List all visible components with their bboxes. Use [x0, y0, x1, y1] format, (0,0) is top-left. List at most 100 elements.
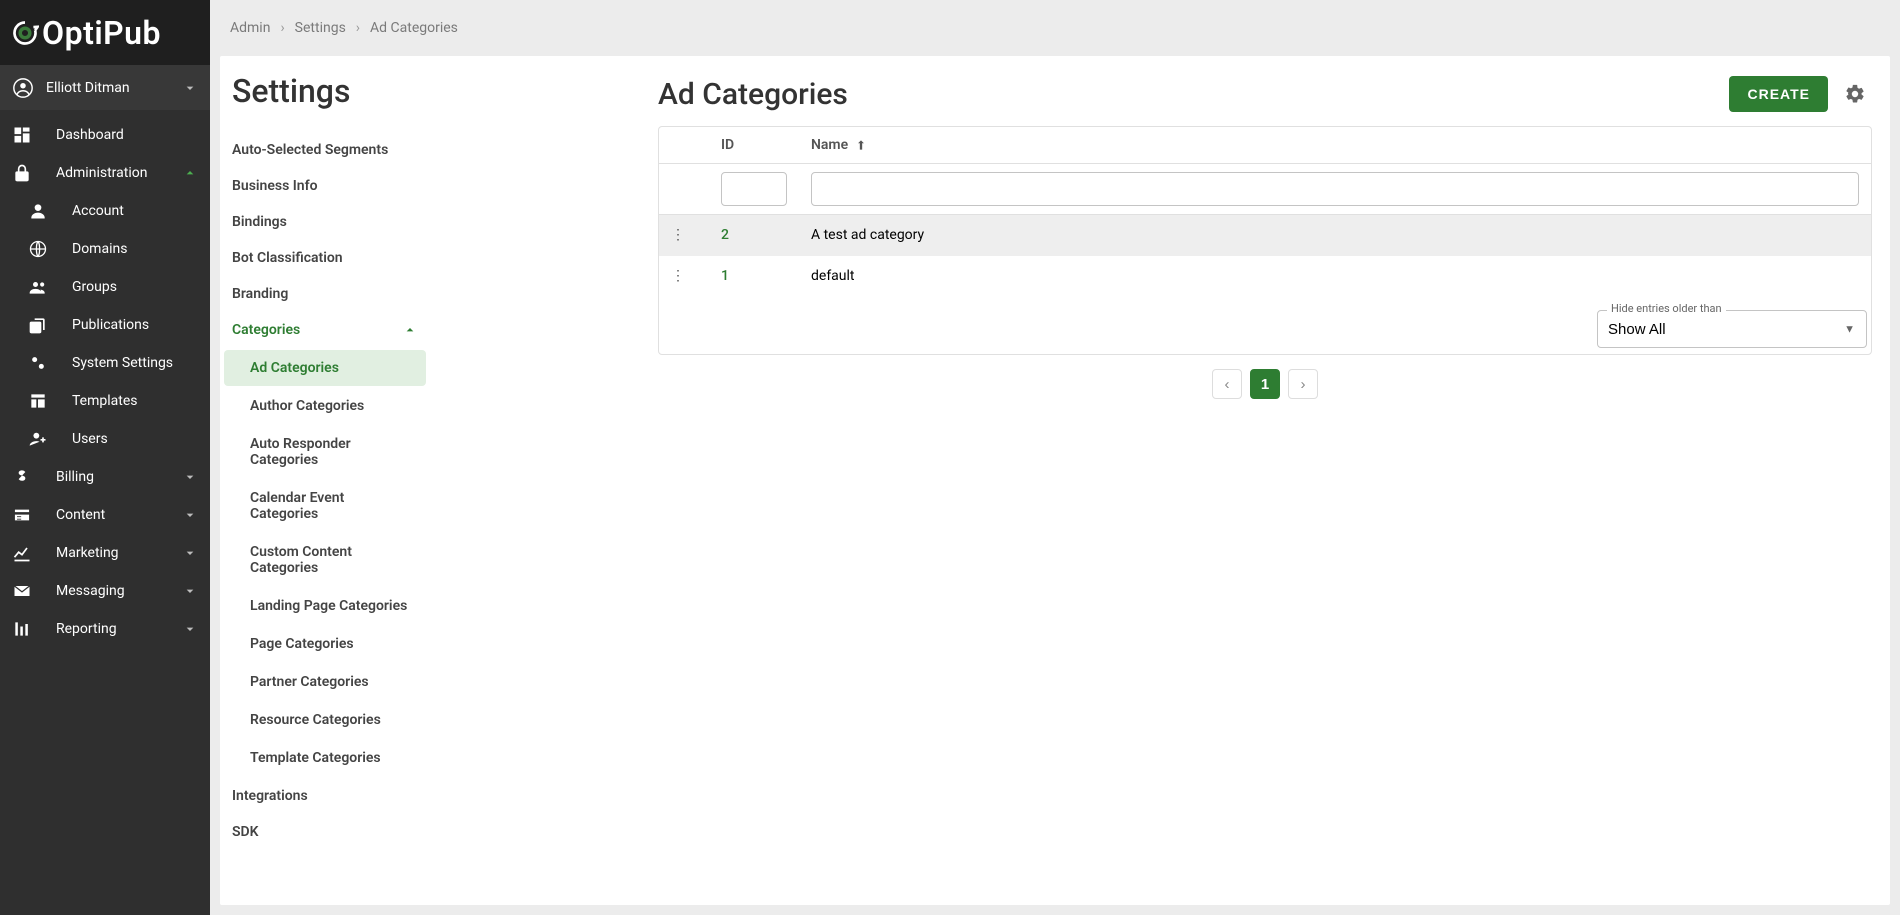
settings-nav-label: Bot Classification: [232, 250, 343, 266]
trend-icon: [12, 543, 56, 563]
sidebar-item-publications[interactable]: Publications: [0, 306, 210, 344]
breadcrumb-item: Ad Categories: [370, 20, 458, 36]
main-area: Admin › Settings › Ad Categories Settings Au…: [210, 0, 1900, 915]
chevron-down-icon: [180, 507, 198, 523]
user-dropdown[interactable]: Elliott Ditman: [0, 65, 210, 110]
row-id-link[interactable]: 1: [721, 268, 729, 284]
hide-older-legend: Hide entries older than: [1607, 302, 1726, 315]
bar-icon: [12, 619, 56, 639]
person-circle-icon: [12, 77, 46, 99]
sidebar-item-system-settings[interactable]: System Settings: [0, 344, 210, 382]
hide-older-dropdown[interactable]: Show All: [1597, 310, 1867, 348]
chevron-up-icon: [402, 322, 418, 338]
sidebar-item-label: Account: [72, 203, 198, 219]
settings-nav-bindings[interactable]: Bindings: [220, 204, 430, 240]
filter-id-input[interactable]: [721, 172, 787, 206]
row-name-cell: A test ad category: [799, 215, 1871, 256]
settings-nav-label: Business Info: [232, 178, 318, 194]
sidebar-item-users[interactable]: Users: [0, 420, 210, 458]
settings-nav-integrations[interactable]: Integrations: [220, 778, 430, 814]
settings-nav-business-info[interactable]: Business Info: [220, 168, 430, 204]
sidebar-item-reporting[interactable]: Reporting: [0, 610, 210, 648]
mail-icon: [12, 581, 56, 601]
settings-subnav-ad-categories[interactable]: Ad Categories: [224, 350, 426, 386]
settings-nav-label: Bindings: [232, 214, 287, 230]
settings-subnav-resource-categories[interactable]: Resource Categories: [224, 702, 426, 738]
brand: OptiPub: [0, 0, 210, 65]
filter-name-input[interactable]: [811, 172, 1859, 206]
sidebar-item-label: Administration: [56, 165, 180, 181]
sidebar-item-administration[interactable]: Administration: [0, 154, 210, 192]
settings-nav-label: Branding: [232, 286, 288, 302]
row-menu-button[interactable]: ⋮: [659, 256, 709, 296]
settings-subnav-partner-categories[interactable]: Partner Categories: [224, 664, 426, 700]
page-title: Settings: [220, 56, 640, 126]
sidebar-item-messaging[interactable]: Messaging: [0, 572, 210, 610]
settings-nav-sdk[interactable]: SDK: [220, 814, 430, 850]
settings-card: Settings Auto-Selected Segments Business …: [220, 56, 1890, 905]
sidebar-item-billing[interactable]: Billing: [0, 458, 210, 496]
settings-nav-bot-classification[interactable]: Bot Classification: [220, 240, 430, 276]
copy-icon: [12, 315, 72, 335]
settings-subnav-calendar-event-categories[interactable]: Calendar Event Categories: [224, 480, 426, 532]
sidebar-item-marketing[interactable]: Marketing: [0, 534, 210, 572]
settings-subnav-author-categories[interactable]: Author Categories: [224, 388, 426, 424]
sidebar-item-account[interactable]: Account: [0, 192, 210, 230]
sidebar-item-label: Billing: [56, 469, 180, 485]
sidebar-item-label: Reporting: [56, 621, 180, 637]
kebab-icon: ⋮: [671, 227, 685, 243]
sidebar-item-templates[interactable]: Templates: [0, 382, 210, 420]
settings-subnav-auto-responder-categories[interactable]: Auto Responder Categories: [224, 426, 426, 478]
page-next-button[interactable]: ›: [1288, 369, 1318, 399]
settings-nav-branding[interactable]: Branding: [220, 276, 430, 312]
settings-subnav-template-categories[interactable]: Template Categories: [224, 740, 426, 776]
sidebar-item-label: System Settings: [72, 355, 198, 371]
lock-icon: [12, 163, 56, 183]
chevron-right-icon: ›: [280, 20, 284, 36]
sidebar-item-label: Groups: [72, 279, 198, 295]
col-id-header[interactable]: ID: [709, 127, 799, 164]
table-row: ⋮ 2 A test ad category: [659, 215, 1871, 256]
chevron-up-icon: [180, 165, 198, 181]
row-name-cell: default: [799, 256, 1871, 296]
create-button[interactable]: CREATE: [1729, 76, 1828, 112]
template-icon: [12, 391, 72, 411]
table-row: ⋮ 1 default: [659, 256, 1871, 296]
user-plus-icon: [12, 429, 72, 449]
settings-subnav-custom-content-categories[interactable]: Custom Content Categories: [224, 534, 426, 586]
settings-subnav-landing-page-categories[interactable]: Landing Page Categories: [224, 588, 426, 624]
col-name-header[interactable]: Name: [799, 127, 1871, 164]
hide-older-select[interactable]: Hide entries older than Show All ▼: [1597, 310, 1867, 348]
settings-nav-auto-selected-segments[interactable]: Auto-Selected Segments: [220, 132, 430, 168]
settings-nav: Auto-Selected Segments Business Info Bindi…: [220, 126, 430, 850]
gear-icon: [1844, 83, 1866, 105]
sidebar-item-content[interactable]: Content: [0, 496, 210, 534]
settings-nav-categories[interactable]: Categories: [220, 312, 430, 348]
row-menu-button[interactable]: ⋮: [659, 215, 709, 256]
breadcrumb-item[interactable]: Admin: [230, 20, 270, 36]
chevron-right-icon: ›: [356, 20, 360, 36]
chevron-down-icon: [180, 469, 198, 485]
settings-nav-label: SDK: [232, 824, 259, 840]
cogs-icon: [12, 353, 72, 373]
page-prev-button[interactable]: ‹: [1212, 369, 1242, 399]
chevron-down-icon: [180, 80, 198, 96]
pagination: ‹ 1 ›: [658, 355, 1872, 403]
globe-icon: [12, 239, 72, 259]
settings-subnav-page-categories[interactable]: Page Categories: [224, 626, 426, 662]
sidebar-item-label: Dashboard: [56, 127, 198, 143]
sidebar-item-dashboard[interactable]: Dashboard: [0, 116, 210, 154]
person-icon: [12, 201, 72, 221]
settings-nav-label: Integrations: [232, 788, 308, 804]
sidebar-item-label: Marketing: [56, 545, 180, 561]
table-settings-button[interactable]: [1838, 77, 1872, 111]
page-1-button[interactable]: 1: [1250, 369, 1280, 399]
sidebar-item-groups[interactable]: Groups: [0, 268, 210, 306]
breadcrumb-item[interactable]: Settings: [295, 20, 346, 36]
user-name: Elliott Ditman: [46, 80, 180, 96]
sidebar-item-label: Messaging: [56, 583, 180, 599]
brand-logo-icon: [10, 18, 40, 48]
row-id-link[interactable]: 2: [721, 227, 729, 243]
sidebar-item-domains[interactable]: Domains: [0, 230, 210, 268]
settings-nav-label: Categories: [232, 322, 300, 338]
